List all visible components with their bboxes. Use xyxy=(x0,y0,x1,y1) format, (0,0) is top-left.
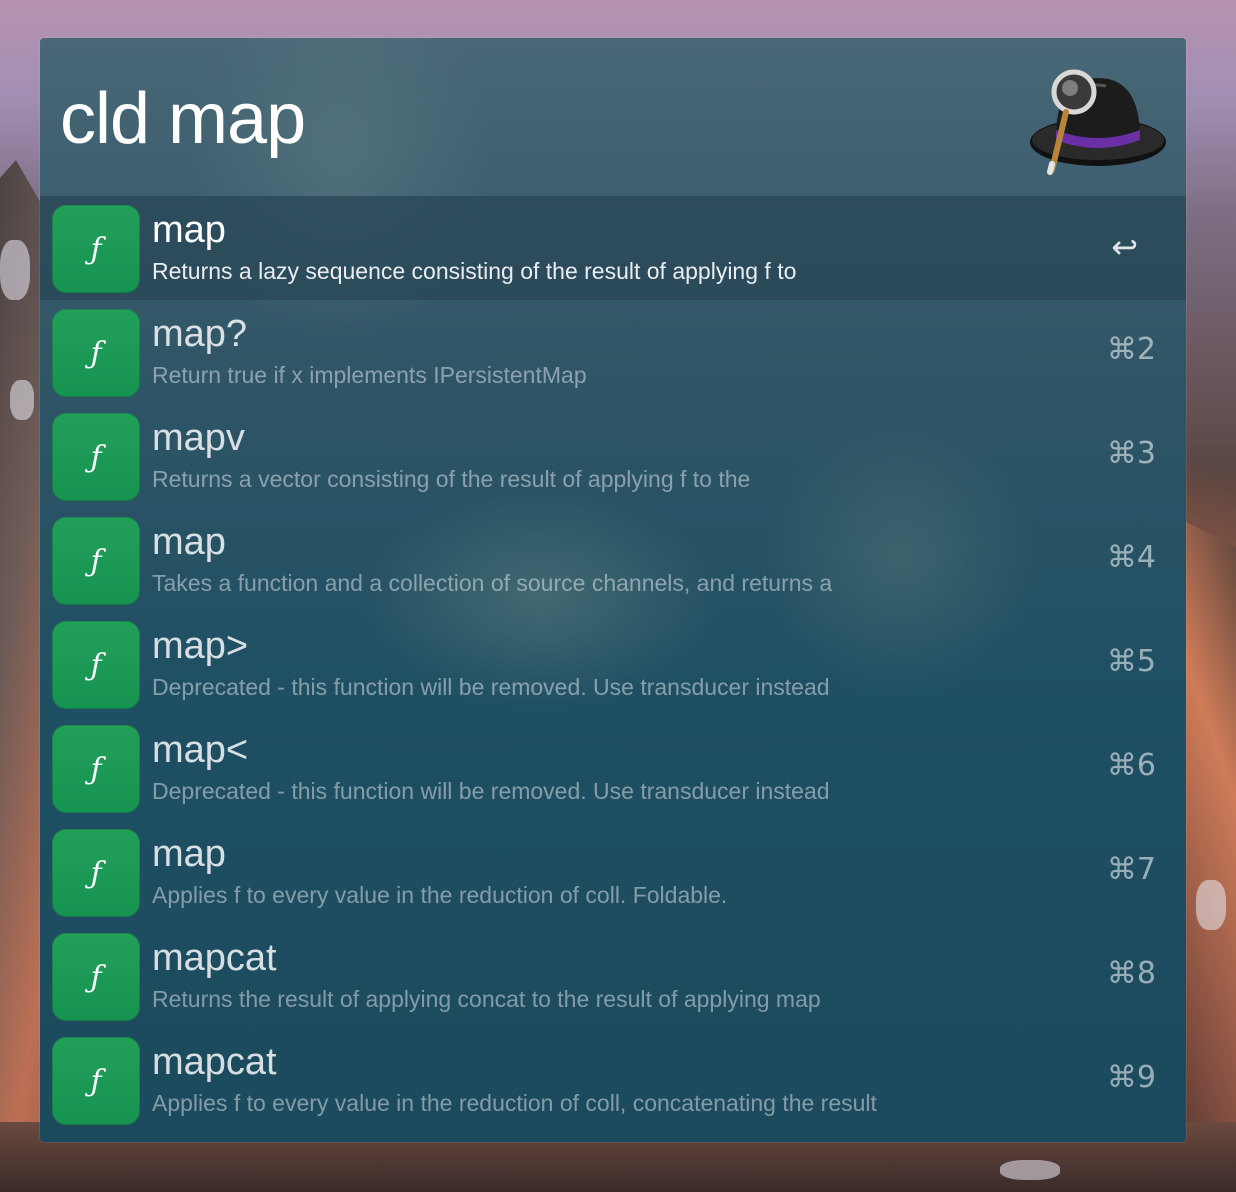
result-shortcut: ⌘6 xyxy=(1106,748,1156,783)
result-item[interactable]: ƒ mapcat Returns the result of applying … xyxy=(40,924,1186,1028)
result-title: map xyxy=(152,209,226,251)
function-icon: ƒ xyxy=(52,829,140,917)
result-shortcut: ⌘8 xyxy=(1106,956,1156,991)
result-subtitle: Deprecated - this function will be remov… xyxy=(152,778,830,804)
snow-patch xyxy=(10,380,34,420)
result-item[interactable]: ƒ map> Deprecated - this function will b… xyxy=(40,612,1186,716)
result-item[interactable]: ƒ map Takes a function and a collection … xyxy=(40,508,1186,612)
result-subtitle: Takes a function and a collection of sou… xyxy=(152,570,833,596)
snow-patch xyxy=(0,240,30,300)
result-shortcut: ⌘3 xyxy=(1106,436,1156,471)
result-shortcut: ⌘2 xyxy=(1106,332,1156,367)
result-title: map> xyxy=(152,625,249,667)
alfred-window: cld map ƒ map Returns a lazy sequence co… xyxy=(40,38,1186,1142)
return-key-icon: ↩ xyxy=(1111,228,1138,266)
result-subtitle: Applies f to every value in the reductio… xyxy=(152,1090,877,1116)
result-subtitle: Return true if x implements IPersistentM… xyxy=(152,362,587,388)
result-title: mapcat xyxy=(152,937,277,979)
function-icon: ƒ xyxy=(52,413,140,501)
result-subtitle: Returns a vector consisting of the resul… xyxy=(152,466,751,492)
result-subtitle: Deprecated - this function will be remov… xyxy=(152,674,830,700)
result-item[interactable]: ƒ mapcat Applies f to every value in the… xyxy=(40,1028,1186,1132)
snow-patch xyxy=(1196,880,1226,930)
result-subtitle: Returns a lazy sequence consisting of th… xyxy=(152,258,797,284)
result-title: mapcat xyxy=(152,1041,277,1083)
result-item[interactable]: ƒ map Returns a lazy sequence consisting… xyxy=(40,196,1186,300)
result-item[interactable]: ƒ map Applies f to every value in the re… xyxy=(40,820,1186,924)
result-title: mapv xyxy=(152,417,245,459)
result-item[interactable]: ƒ mapv Returns a vector consisting of th… xyxy=(40,404,1186,508)
result-shortcut: ⌘9 xyxy=(1106,1060,1156,1095)
result-title: map< xyxy=(152,729,249,771)
result-shortcut: ⌘7 xyxy=(1106,852,1156,887)
alfred-hat-icon xyxy=(1026,60,1170,176)
result-item[interactable]: ƒ map< Deprecated - this function will b… xyxy=(40,716,1186,820)
search-bar[interactable]: cld map xyxy=(40,38,1186,196)
function-icon: ƒ xyxy=(52,1037,140,1125)
result-subtitle: Applies f to every value in the reductio… xyxy=(152,882,728,908)
function-icon: ƒ xyxy=(52,309,140,397)
result-title: map xyxy=(152,521,226,563)
result-item[interactable]: ƒ map? Return true if x implements IPers… xyxy=(40,300,1186,404)
result-shortcut: ⌘5 xyxy=(1106,644,1156,679)
snow-patch xyxy=(1000,1160,1060,1180)
result-subtitle: Returns the result of applying concat to… xyxy=(152,986,821,1012)
search-input[interactable]: cld map xyxy=(60,74,306,164)
function-icon: ƒ xyxy=(52,933,140,1021)
function-icon: ƒ xyxy=(52,621,140,709)
function-icon: ƒ xyxy=(52,205,140,293)
result-title: map xyxy=(152,833,226,875)
function-icon: ƒ xyxy=(52,725,140,813)
function-icon: ƒ xyxy=(52,517,140,605)
result-title: map? xyxy=(152,313,248,355)
result-shortcut: ⌘4 xyxy=(1106,540,1156,575)
